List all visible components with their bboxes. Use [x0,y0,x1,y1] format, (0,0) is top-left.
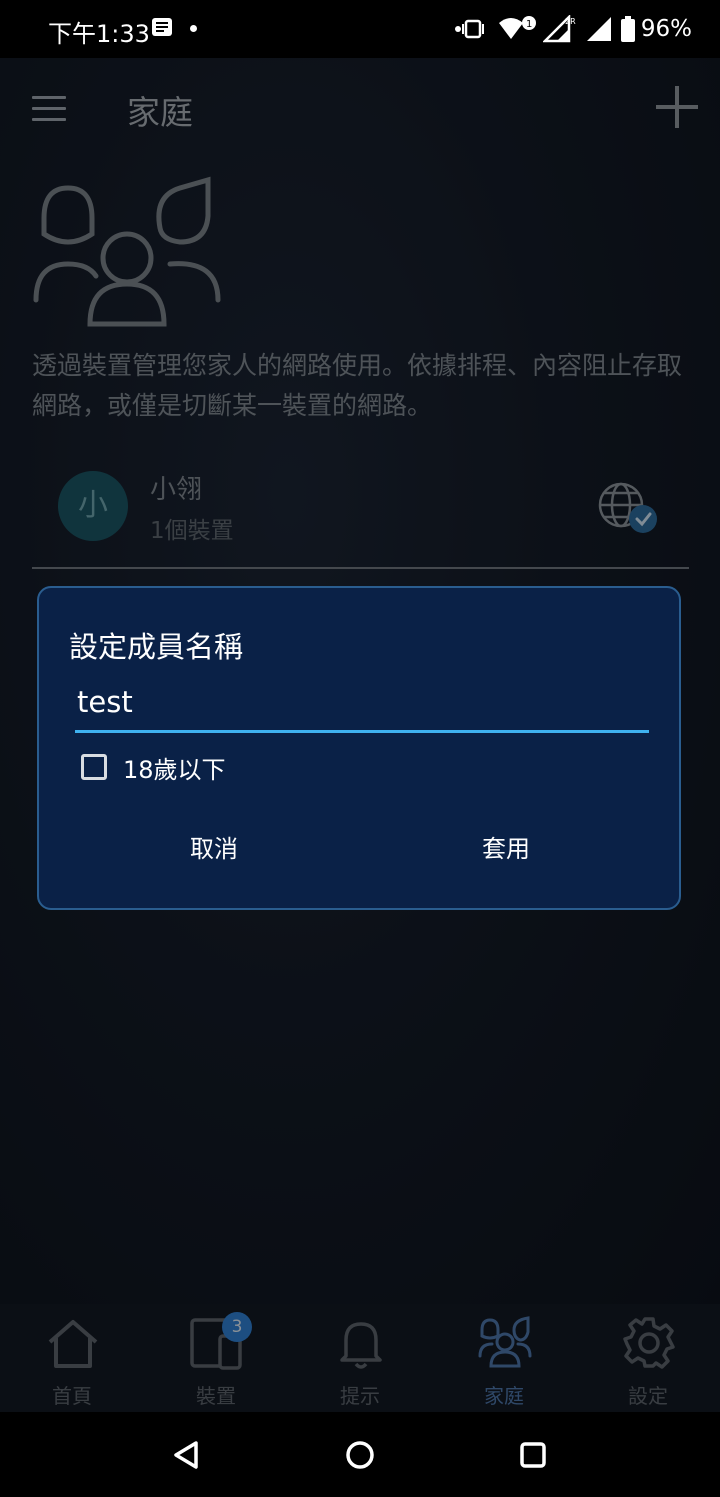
signal-2r-icon: 2R [542,15,576,43]
under-18-checkbox[interactable] [81,754,107,780]
dialog-title: 設定成員名稱 [69,630,244,664]
wifi-icon: 1 [498,16,536,39]
status-indicators: 1 2R 96% [454,14,692,44]
recents-icon[interactable] [519,1441,547,1469]
system-navigation-bar [0,1412,720,1497]
vibrate-icon [454,19,484,39]
status-time: 下午1:33 [48,20,150,48]
member-name-input[interactable] [75,680,649,733]
battery-percent: 96% [640,16,692,42]
status-bar: 下午1:33 1 2R 96% [0,0,720,58]
apply-button[interactable]: 套用 [461,824,551,868]
svg-text:1: 1 [526,19,532,30]
home-circle-icon[interactable] [345,1440,375,1470]
under-18-option[interactable]: 18歲以下 [81,750,226,784]
svg-text:2R: 2R [565,17,576,26]
message-notification-icon [152,18,172,36]
cancel-button[interactable]: 取消 [169,824,259,868]
under-18-label: 18歲以下 [123,755,226,784]
member-name-dialog: 設定成員名稱 18歲以下 取消 套用 [37,586,681,910]
battery-icon [620,16,635,42]
signal-icon [586,17,611,41]
back-icon[interactable] [172,1440,200,1470]
notification-dot-icon [190,25,197,32]
